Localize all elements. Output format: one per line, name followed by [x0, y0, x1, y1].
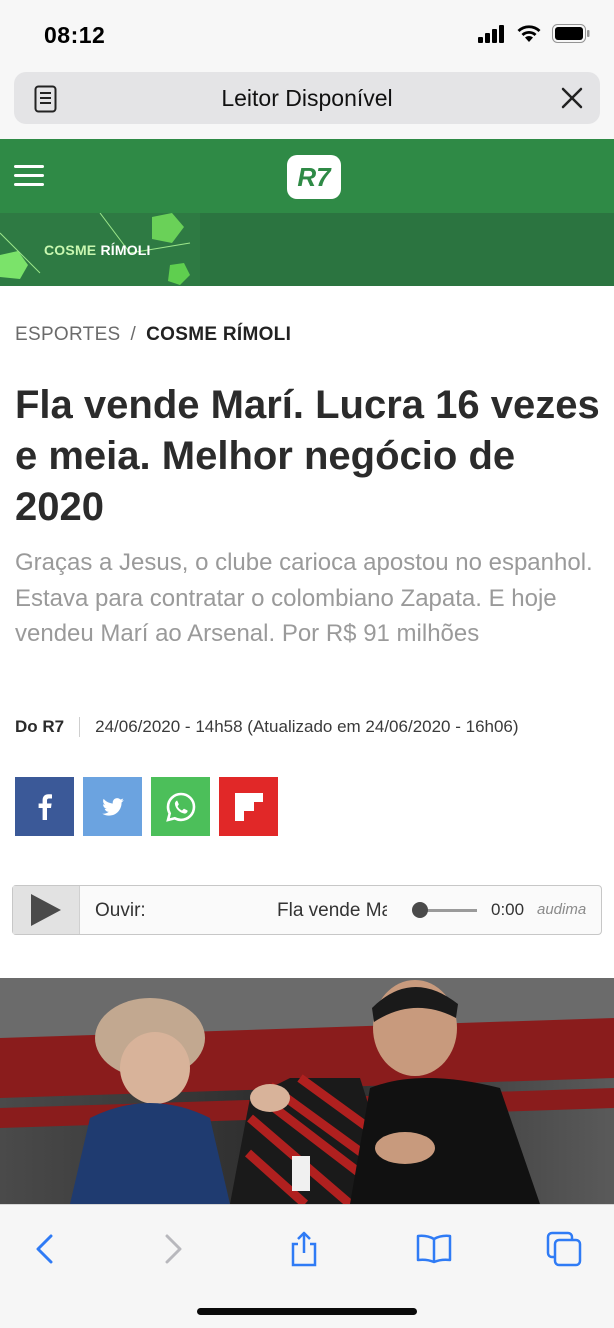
article-subhead: Graças a Jesus, o clube carioca apostou … [15, 549, 593, 647]
twitter-share-button[interactable] [83, 777, 142, 836]
back-icon [36, 1234, 53, 1264]
bookmarks-button[interactable] [412, 1227, 456, 1271]
whatsapp-share-button[interactable] [151, 777, 210, 836]
breadcrumb: ESPORTES / COSME RÍMOLI [15, 324, 291, 346]
status-time: 08:12 [44, 22, 106, 48]
audio-player: Ouvir: Fla vende Marí 0:00 audima [12, 885, 602, 935]
cellular-signal-icon [478, 24, 504, 43]
player-label: Ouvir: [95, 900, 146, 921]
close-icon[interactable] [560, 86, 584, 110]
byline: Do R7 24/06/2020 - 14h58 (Atualizado em … [15, 717, 519, 737]
flipboard-share-button[interactable] [219, 777, 278, 836]
player-progress-knob[interactable] [412, 902, 428, 918]
bookmarks-icon [416, 1234, 452, 1264]
article-photo[interactable] [0, 978, 614, 1204]
reader-label[interactable]: Leitor Disponível [14, 85, 600, 112]
tabs-icon [546, 1231, 582, 1267]
breadcrumb-separator: / [130, 324, 137, 345]
player-time: 0:00 [491, 900, 525, 919]
banner-title: COSME RÍMOLI [44, 242, 151, 258]
flipboard-icon [234, 792, 263, 821]
article-photo-image [0, 978, 614, 1204]
breadcrumb-section[interactable]: ESPORTES [15, 324, 121, 345]
byline-date: 24/06/2020 - 14h58 (Atualizado em 24/06/… [95, 717, 519, 736]
status-icons [478, 24, 590, 43]
facebook-share-button[interactable] [15, 777, 74, 836]
play-button[interactable] [13, 886, 80, 934]
status-bar: 08:12 [0, 0, 614, 70]
share-buttons [15, 777, 278, 836]
forward-icon [165, 1234, 182, 1264]
breadcrumb-column[interactable]: COSME RÍMOLI [146, 324, 291, 345]
banner-second: RÍMOLI [100, 242, 151, 258]
byline-author: Do R7 [15, 717, 65, 736]
logo-text: R7 [297, 162, 331, 192]
share-icon [291, 1231, 317, 1267]
forward-button[interactable] [152, 1227, 196, 1271]
share-button[interactable] [282, 1227, 326, 1271]
column-banner[interactable]: COSME RÍMOLI [0, 213, 614, 286]
banner-first: COSME [44, 242, 101, 258]
play-icon [31, 894, 61, 926]
site-logo[interactable]: R7 [287, 155, 341, 199]
back-button[interactable] [22, 1227, 66, 1271]
byline-divider [79, 717, 81, 737]
tabs-button[interactable] [542, 1227, 586, 1271]
player-title: Fla vende Marí [277, 900, 387, 921]
twitter-icon [101, 797, 124, 816]
battery-icon [552, 24, 590, 43]
hamburger-menu-icon[interactable] [14, 165, 46, 187]
site-header: R7 [0, 139, 614, 213]
facebook-icon [38, 793, 52, 820]
article-headline: Fla vende Marí. Lucra 16 vezes e meia. M… [15, 383, 600, 529]
home-indicator[interactable] [197, 1308, 417, 1315]
player-brand[interactable]: audima [537, 901, 586, 918]
wifi-icon [517, 25, 541, 42]
reader-availability-bar[interactable]: Leitor Disponível [14, 72, 600, 124]
whatsapp-icon [165, 792, 195, 822]
